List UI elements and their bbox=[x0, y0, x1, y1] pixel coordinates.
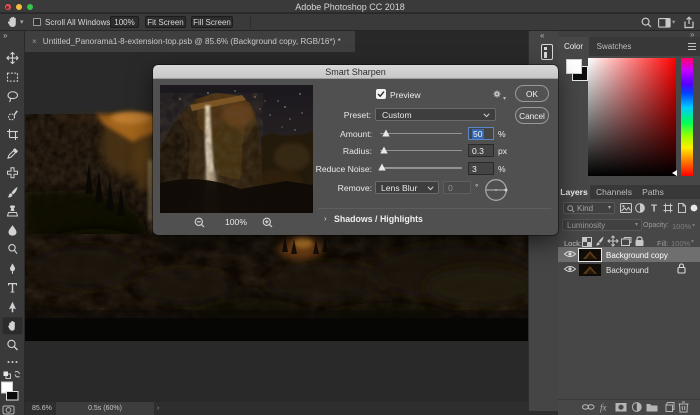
svg-text:T: T bbox=[651, 204, 657, 215]
svg-text:fx: fx bbox=[600, 403, 607, 413]
